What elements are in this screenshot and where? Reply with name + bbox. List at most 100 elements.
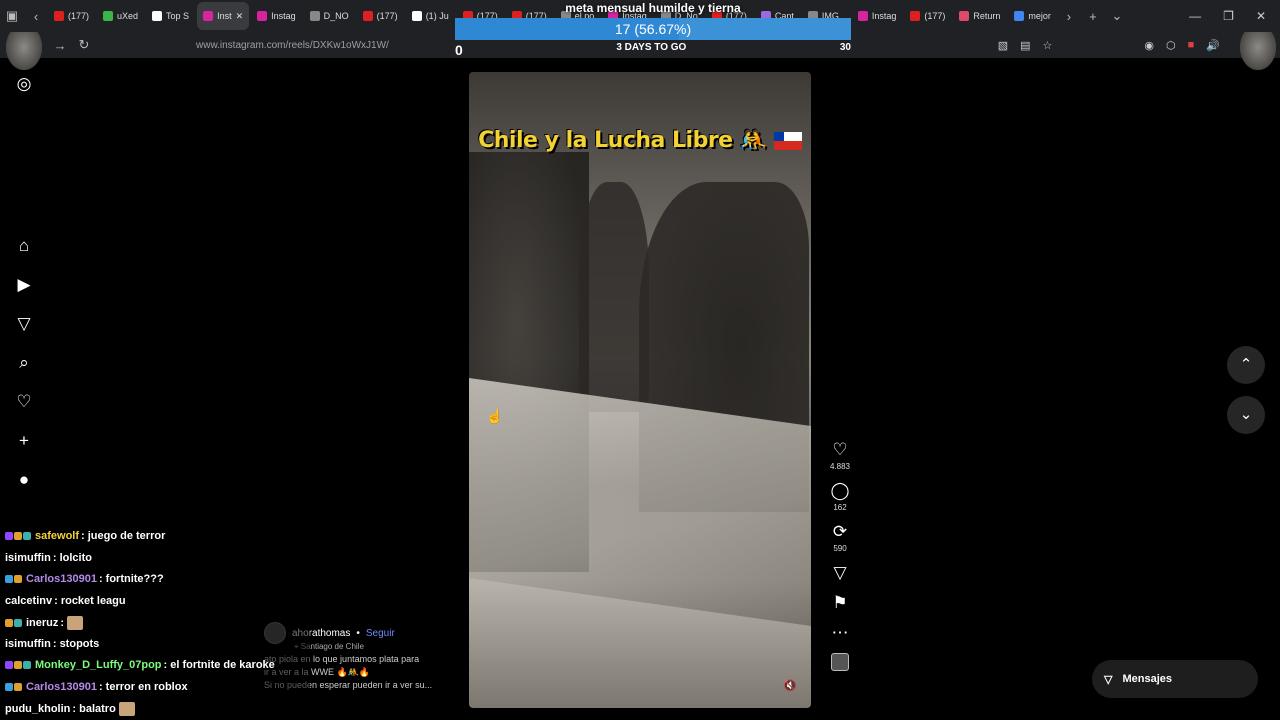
chat-username[interactable]: ineruz <box>26 617 58 629</box>
chat-text: : terror en roblox <box>98 680 188 693</box>
tab-label: uXed <box>117 11 139 21</box>
previous-reel-button[interactable]: ⌃ <box>1227 346 1265 384</box>
chat-username[interactable]: Carlos130901 <box>26 681 97 693</box>
browser-tab[interactable]: Top S <box>146 2 195 30</box>
extension-icons: ▧ ▤ ☆ ◉ ⬡ ■ 🔊 <box>998 39 1280 52</box>
url-field[interactable]: www.instagram.com/reels/DXKw1oWxJ1W/ <box>196 40 389 51</box>
chat-username[interactable]: isimuffin <box>5 638 51 650</box>
caption-location[interactable]: ⌖ Santiago de Chile <box>294 640 464 653</box>
reader-icon[interactable]: ▤ <box>1020 39 1030 52</box>
favorite-star-icon[interactable]: ☆ <box>1043 39 1053 52</box>
search-icon[interactable]: ⌕ <box>14 353 34 373</box>
browser-tab[interactable]: (177) <box>48 2 95 30</box>
window-controls: — ❐ ✕ <box>1189 9 1280 23</box>
stream-goal-widget: meta mensual humilde y tierna 17 (56.67%… <box>455 0 851 58</box>
adblock-icon[interactable]: ■ <box>1188 39 1195 52</box>
goat-decoration-right <box>1240 32 1276 70</box>
browser-tab[interactable]: (177) <box>904 2 951 30</box>
next-reel-button[interactable]: ⌄ <box>1227 396 1265 434</box>
browser-tab[interactable]: (1) Ju <box>406 2 455 30</box>
close-window-button[interactable]: ✕ <box>1256 9 1266 23</box>
follow-button[interactable]: Seguir <box>366 627 395 640</box>
notifications-heart-icon[interactable]: ♡ <box>14 392 34 412</box>
mute-icon[interactable]: 🔇 <box>783 679 797 692</box>
extensions-icon[interactable]: ⬡ <box>1166 39 1176 52</box>
chat-message: calcetinv: rocket leagu <box>5 595 126 607</box>
tab-label: (177) <box>68 11 90 21</box>
tab-list-dropdown-icon[interactable]: ⌄ <box>1105 8 1129 24</box>
browser-tab[interactable]: (177) <box>357 2 404 30</box>
browser-tab[interactable]: D_NO <box>304 2 355 30</box>
chat-text: : lolcito <box>52 551 92 564</box>
browser-tab[interactable]: uXed <box>97 2 144 30</box>
wrestlers-emoji-icon: 🤼 <box>739 128 767 153</box>
chat-badge-icon <box>14 575 22 584</box>
reel-title-text: Chile y la Lucha Libre <box>478 128 733 153</box>
chat-message: isimuffin: stopots <box>5 638 99 650</box>
profile-icon[interactable]: ◉ <box>1144 39 1154 52</box>
chat-username[interactable]: safewolf <box>35 530 79 542</box>
instagram-logo-icon[interactable]: ◎ <box>14 74 34 94</box>
reel-video[interactable]: Chile y la Lucha Libre 🤼 🔇 <box>469 72 811 708</box>
tab-favicon-icon <box>362 11 373 21</box>
close-tab-icon[interactable]: ✕ <box>236 11 244 22</box>
audio-thumbnail[interactable] <box>824 653 856 671</box>
chat-text: : rocket leagu <box>54 594 126 607</box>
chat-username[interactable]: calcetinv <box>5 595 52 607</box>
comment-button[interactable]: ◯ 162 <box>824 481 856 512</box>
tab-favicon-icon <box>959 11 970 21</box>
chat-badge-icon <box>5 682 13 691</box>
screenshot-icon[interactable]: ▧ <box>998 39 1008 52</box>
goal-countdown: 3 DAYS TO GO <box>616 42 687 53</box>
like-button[interactable]: ♡ 4.883 <box>824 440 856 471</box>
repost-button[interactable]: ⟳ 590 <box>824 522 856 553</box>
tab-scroll-left-icon[interactable]: ‹ <box>24 9 48 24</box>
bookmark-icon: ⚑ <box>832 593 848 612</box>
restore-button[interactable]: ❐ <box>1223 9 1234 23</box>
create-plus-icon[interactable]: + <box>14 431 34 451</box>
share-icon: ▽ <box>833 563 847 582</box>
comment-icon: ◯ <box>830 481 850 500</box>
reels-icon[interactable]: ▶ <box>14 275 34 295</box>
reload-button[interactable]: ↻ <box>72 37 96 53</box>
goal-start: 0 <box>455 42 463 58</box>
chat-message: Carlos130901: terror en roblox <box>5 681 188 693</box>
tab-label: (177) <box>924 11 946 21</box>
browser-tab[interactable]: Instag <box>251 2 302 30</box>
browser-tab[interactable]: Inst ✕ <box>197 2 250 30</box>
chat-username[interactable]: isimuffin <box>5 552 51 564</box>
tab-actions-icon[interactable]: ▣ <box>0 8 24 24</box>
tab-favicon-icon <box>152 11 163 21</box>
forward-button[interactable]: → <box>48 38 72 53</box>
tab-label: Return <box>973 11 1001 21</box>
chile-flag-icon <box>773 132 802 150</box>
direct-messages-icon[interactable]: ▽ <box>14 314 34 334</box>
goal-target: 30 <box>839 42 851 53</box>
chat-message: isimuffin: lolcito <box>5 552 92 564</box>
chat-emote-icon <box>118 702 135 716</box>
browser-tab[interactable]: mejor <box>1008 2 1057 30</box>
more-options-button[interactable]: ⋯ <box>824 623 856 643</box>
sound-icon[interactable]: 🔊 <box>1206 39 1220 52</box>
tab-label: D_NO <box>323 11 349 21</box>
tab-label: Instag <box>871 11 897 21</box>
chat-username[interactable]: Carlos130901 <box>26 573 97 585</box>
new-tab-button[interactable]: + <box>1081 9 1105 24</box>
goal-progress-bar: 17 (56.67%) <box>455 18 851 40</box>
tab-label: Inst <box>217 11 232 21</box>
chat-badge-icon <box>14 661 22 670</box>
profile-avatar-icon[interactable]: ● <box>14 470 34 490</box>
messages-button[interactable]: ▽ Mensajes <box>1092 660 1258 698</box>
tab-scroll-right-icon[interactable]: › <box>1057 9 1081 24</box>
share-button[interactable]: ▽ <box>824 563 856 583</box>
browser-tab[interactable]: Return <box>953 2 1006 30</box>
tab-favicon-icon <box>910 11 921 21</box>
tab-label: Top S <box>166 11 190 21</box>
tab-label: Instag <box>271 11 296 21</box>
browser-tab[interactable]: Instag <box>852 2 903 30</box>
chat-username[interactable]: Monkey_D_Luffy_07pop <box>35 659 162 671</box>
save-button[interactable]: ⚑ <box>824 593 856 613</box>
home-icon[interactable]: ⌂ <box>14 236 34 256</box>
minimize-button[interactable]: — <box>1189 9 1201 23</box>
chat-username[interactable]: pudu_kholin <box>5 703 70 715</box>
